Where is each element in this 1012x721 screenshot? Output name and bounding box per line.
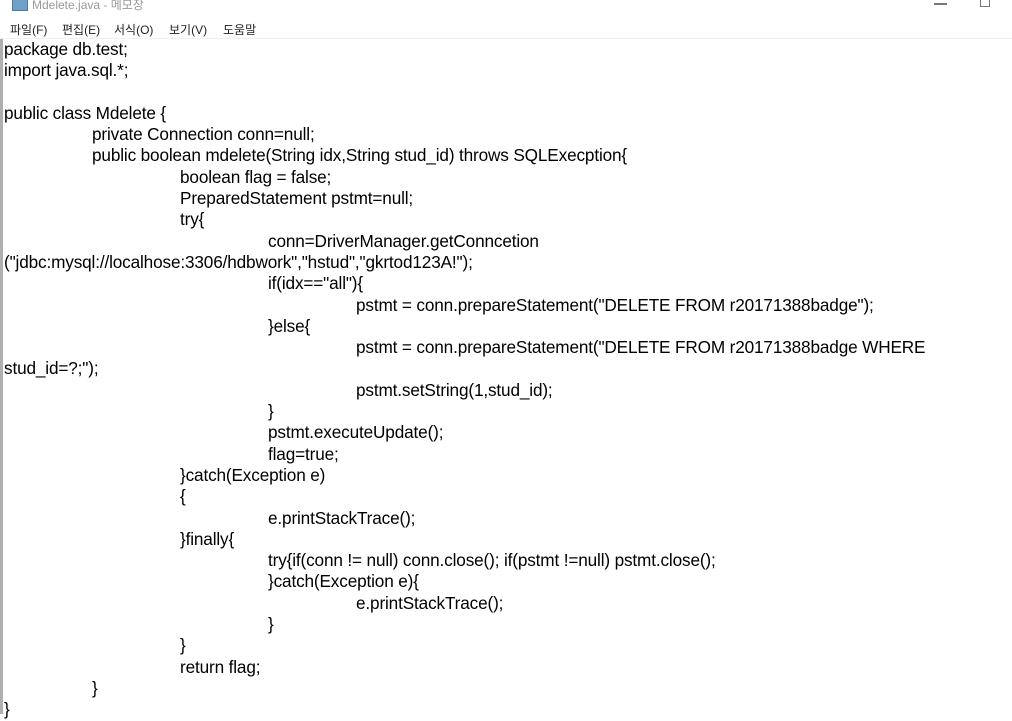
menu-help[interactable]: 도움말 [223,21,256,38]
code-line: public class Mdelete { [4,102,166,123]
code-line: { [4,486,186,507]
menu-file[interactable]: 파일(F) [10,21,47,38]
code-line: public boolean mdelete(String idx,String… [4,145,628,166]
code-line: package db.test; [4,39,128,59]
code-line: e.printStackTrace(); [4,592,504,613]
code-line: if(idx=="all"){ [4,273,363,294]
code-line: pstmt = conn.prepareStatement("DELETE FR… [4,294,874,315]
code-line: return flag; [4,656,261,677]
code-line: }catch(Exception e) [4,464,326,485]
window-title: Mdelete.java - 메모장 [32,0,144,12]
code-line: conn=DriverManager.getConncetion [4,230,539,251]
code-text[interactable]: package db.test; import java.sql.*; public… [3,39,1012,721]
maximize-button[interactable] [980,0,990,7]
code-line: try{if(conn != null) conn.close(); if(ps… [4,550,716,571]
notepad-icon [12,0,28,11]
code-line: boolean flag = false; [4,166,332,187]
code-line: flag=true; [4,443,339,464]
menu-bar: 파일(F) 편집(E) 서식(O) 보기(V) 도움말 [0,14,1012,39]
code-line: } [4,677,98,698]
code-line: } [4,635,186,656]
menu-edit[interactable]: 편집(E) [62,21,100,38]
code-line: }finally{ [4,528,235,549]
menu-format[interactable]: 서식(O) [114,21,153,38]
code-line: PreparedStatement pstmt=null; [4,188,414,209]
code-line: pstmt.setString(1,stud_id); [4,379,553,400]
code-line: }else{ [4,315,311,336]
title-bar: Mdelete.java - 메모장 [0,0,1012,14]
text-editor[interactable]: package db.test; import java.sql.*; public… [0,39,1012,719]
code-line: } [4,614,274,635]
code-line: import java.sql.*; [4,60,129,81]
code-line: e.printStackTrace(); [4,507,416,528]
code-line: private Connection conn=null; [4,124,315,145]
code-line: }catch(Exception e){ [4,571,419,592]
code-line: try{ [4,209,205,230]
menu-view[interactable]: 보기(V) [169,21,207,38]
code-line: stud_id=?;"); [4,358,99,379]
code-line: pstmt.executeUpdate(); [4,422,444,443]
code-line: pstmt = conn.prepareStatement("DELETE FR… [4,337,926,358]
minimize-button[interactable] [934,3,947,5]
code-line: ("jdbc:mysql://localhose:3306/hdbwork","… [4,251,473,272]
code-line: } [4,699,10,720]
code-line: } [4,401,274,422]
